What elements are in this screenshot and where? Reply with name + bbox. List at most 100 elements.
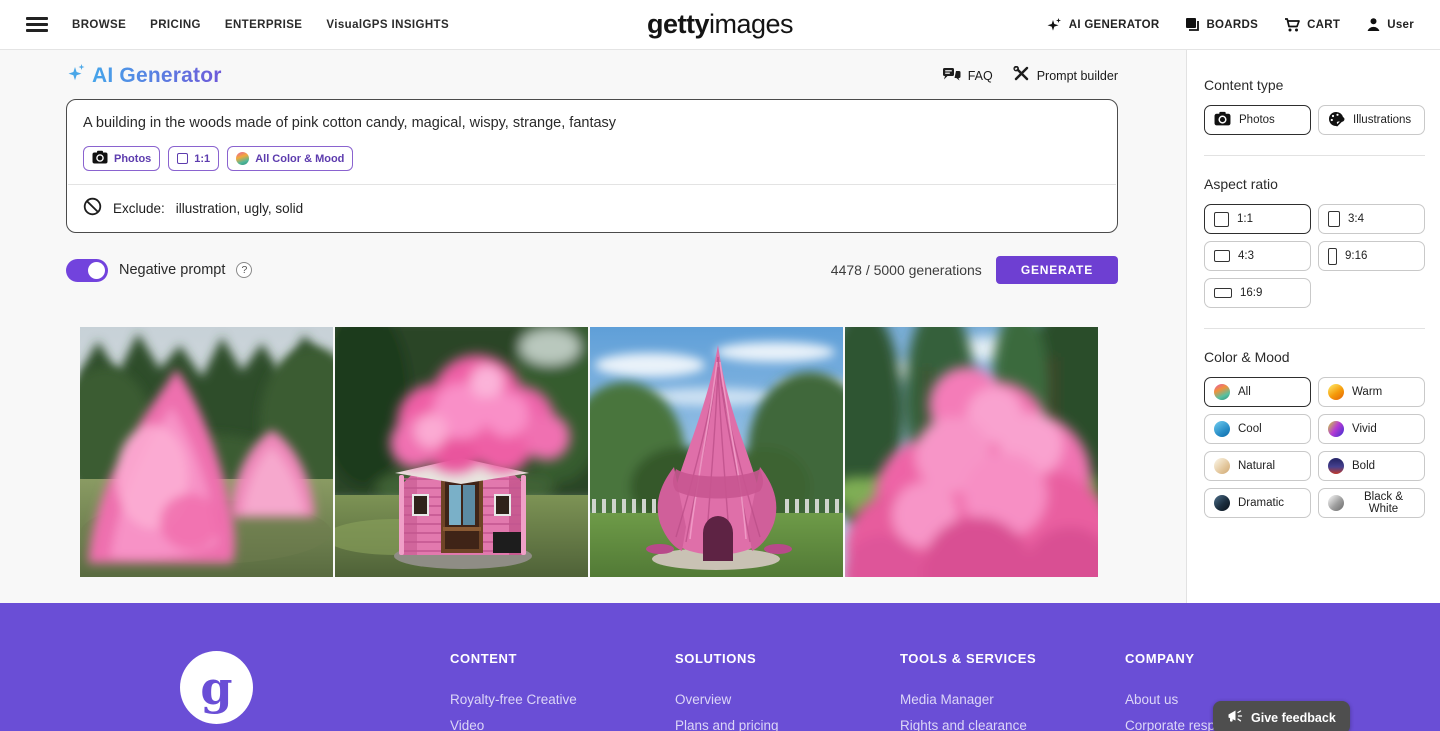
content-type-illustrations-label: Illustrations [1353,114,1411,126]
cool-swatch-icon [1214,421,1230,437]
megaphone-icon [1227,709,1243,726]
tools-icon [1013,66,1030,85]
ratio-9-16-icon [1328,248,1337,265]
getty-g-logo[interactable]: g [180,651,253,724]
chip-color-mood[interactable]: All Color & Mood [227,146,353,171]
footer-link-overview[interactable]: Overview [675,687,900,713]
mood-warm[interactable]: Warm [1318,377,1425,407]
footer-link-plans-pricing[interactable]: Plans and pricing [675,713,900,731]
gettyimages-logo[interactable]: gettyimages [647,9,793,40]
camera-icon [1214,111,1231,129]
generated-image-3[interactable] [590,327,843,577]
aspect-3-4[interactable]: 3:4 [1318,204,1425,234]
aspect-16-9-label: 16:9 [1240,287,1262,299]
generated-image-1[interactable] [80,327,333,577]
content-type-photos[interactable]: Photos [1204,105,1311,135]
mood-dramatic[interactable]: Dramatic [1204,488,1311,518]
generated-image-4[interactable] [845,327,1098,577]
content-type-illustrations[interactable]: Illustrations [1318,105,1425,135]
chip-aspect-ratio[interactable]: 1:1 [168,146,219,171]
nav-boards[interactable]: BOARDS [1185,17,1258,32]
generations-count: 4478 / 5000 generations [831,262,982,278]
mood-natural[interactable]: Natural [1204,451,1311,481]
nav-user-label: User [1387,19,1414,31]
ratio-3-4-icon [1328,211,1340,227]
warm-swatch-icon [1328,384,1344,400]
generated-results [80,327,1118,577]
footer-link-video[interactable]: Video [450,713,675,731]
footer-content-title: CONTENT [450,651,675,666]
top-nav: BROWSE PRICING ENTERPRISE VisualGPS INSI… [0,0,1440,50]
aspect-4-3-label: 4:3 [1238,250,1254,262]
nav-enterprise[interactable]: ENTERPRISE [225,19,303,31]
mood-black-white[interactable]: Black & White [1318,488,1425,518]
faq-label: FAQ [968,69,993,83]
logo-images: images [709,9,793,39]
aspect-ratio-title: Aspect ratio [1204,176,1425,192]
help-icon[interactable]: ? [236,262,252,278]
bold-swatch-icon [1328,458,1344,474]
nav-user[interactable]: User [1366,17,1414,32]
aspect-1-1[interactable]: 1:1 [1204,204,1311,234]
natural-swatch-icon [1214,458,1230,474]
nav-boards-label: BOARDS [1206,19,1258,31]
sidebar-divider [1204,155,1425,156]
exclude-icon [83,197,102,219]
mood-vivid[interactable]: Vivid [1318,414,1425,444]
give-feedback-button[interactable]: Give feedback [1213,701,1350,731]
mood-bold[interactable]: Bold [1318,451,1425,481]
mood-cool[interactable]: Cool [1204,414,1311,444]
aspect-9-16[interactable]: 9:16 [1318,241,1425,271]
exclude-row[interactable]: Exclude: illustration, ugly, solid [67,185,1117,232]
negative-prompt-label: Negative prompt [119,262,225,278]
footer-link-royalty-free-creative[interactable]: Royalty-free Creative [450,687,675,713]
nav-visualgps-insights[interactable]: VisualGPS INSIGHTS [326,19,449,31]
nav-pricing[interactable]: PRICING [150,19,201,31]
mood-warm-label: Warm [1352,386,1382,398]
content-type-photos-label: Photos [1239,114,1275,126]
mood-dramatic-label: Dramatic [1238,497,1284,509]
footer-link-rights-clearance[interactable]: Rights and clearance [900,713,1125,731]
mood-all-label: All [1238,386,1251,398]
prompt-builder-link[interactable]: Prompt builder [1013,66,1118,85]
exclude-terms: illustration, ugly, solid [176,201,303,216]
footer-link-media-manager[interactable]: Media Manager [900,687,1125,713]
aspect-1-1-label: 1:1 [1237,213,1253,225]
aspect-ratio-section: Aspect ratio 1:1 3:4 4:3 9:16 16:9 [1204,176,1425,308]
ai-generator-main: AI Generator FAQ Prompt builder A buildi… [0,50,1186,603]
footer-column-tools-services: TOOLS & SERVICES Media Manager Rights an… [900,651,1125,731]
aspect-4-3[interactable]: 4:3 [1204,241,1311,271]
nav-cart[interactable]: CART [1284,17,1340,33]
nav-ai-generator[interactable]: AI GENERATOR [1046,17,1160,33]
sparkle-icon [1046,17,1063,33]
generated-image-2[interactable] [335,327,588,577]
page-title: AI Generator [66,63,222,88]
rainbow-circle-icon [236,152,249,165]
chip-photos[interactable]: Photos [83,146,160,171]
mood-natural-label: Natural [1238,460,1275,472]
prompt-box: A building in the woods made of pink cot… [66,99,1118,233]
faq-link[interactable]: FAQ [942,67,993,85]
page-title-text: AI Generator [92,64,222,88]
sparkle-icon [66,63,88,88]
footer-tools-title: TOOLS & SERVICES [900,651,1125,666]
settings-sidebar: Content type Photos Illustrations Aspect… [1186,50,1440,603]
nav-browse[interactable]: BROWSE [72,19,126,31]
aspect-3-4-label: 3:4 [1348,213,1364,225]
ratio-1-1-icon [1214,212,1229,227]
all-colors-swatch-icon [1214,384,1230,400]
mood-all[interactable]: All [1204,377,1311,407]
aspect-9-16-label: 9:16 [1345,250,1367,262]
aspect-16-9[interactable]: 16:9 [1204,278,1311,308]
mood-vivid-label: Vivid [1352,423,1377,435]
footer-column-content: CONTENT Royalty-free Creative Video [450,651,675,731]
menu-icon[interactable] [26,17,48,32]
negative-prompt-toggle[interactable] [66,259,108,282]
chip-mood-label: All Color & Mood [255,153,344,165]
generate-button[interactable]: GENERATE [996,256,1118,284]
footer-company-title: COMPANY [1125,651,1350,666]
prompt-input[interactable]: A building in the woods made of pink cot… [67,100,1117,144]
faq-icon [942,67,961,85]
mood-bold-label: Bold [1352,460,1375,472]
mood-cool-label: Cool [1238,423,1262,435]
